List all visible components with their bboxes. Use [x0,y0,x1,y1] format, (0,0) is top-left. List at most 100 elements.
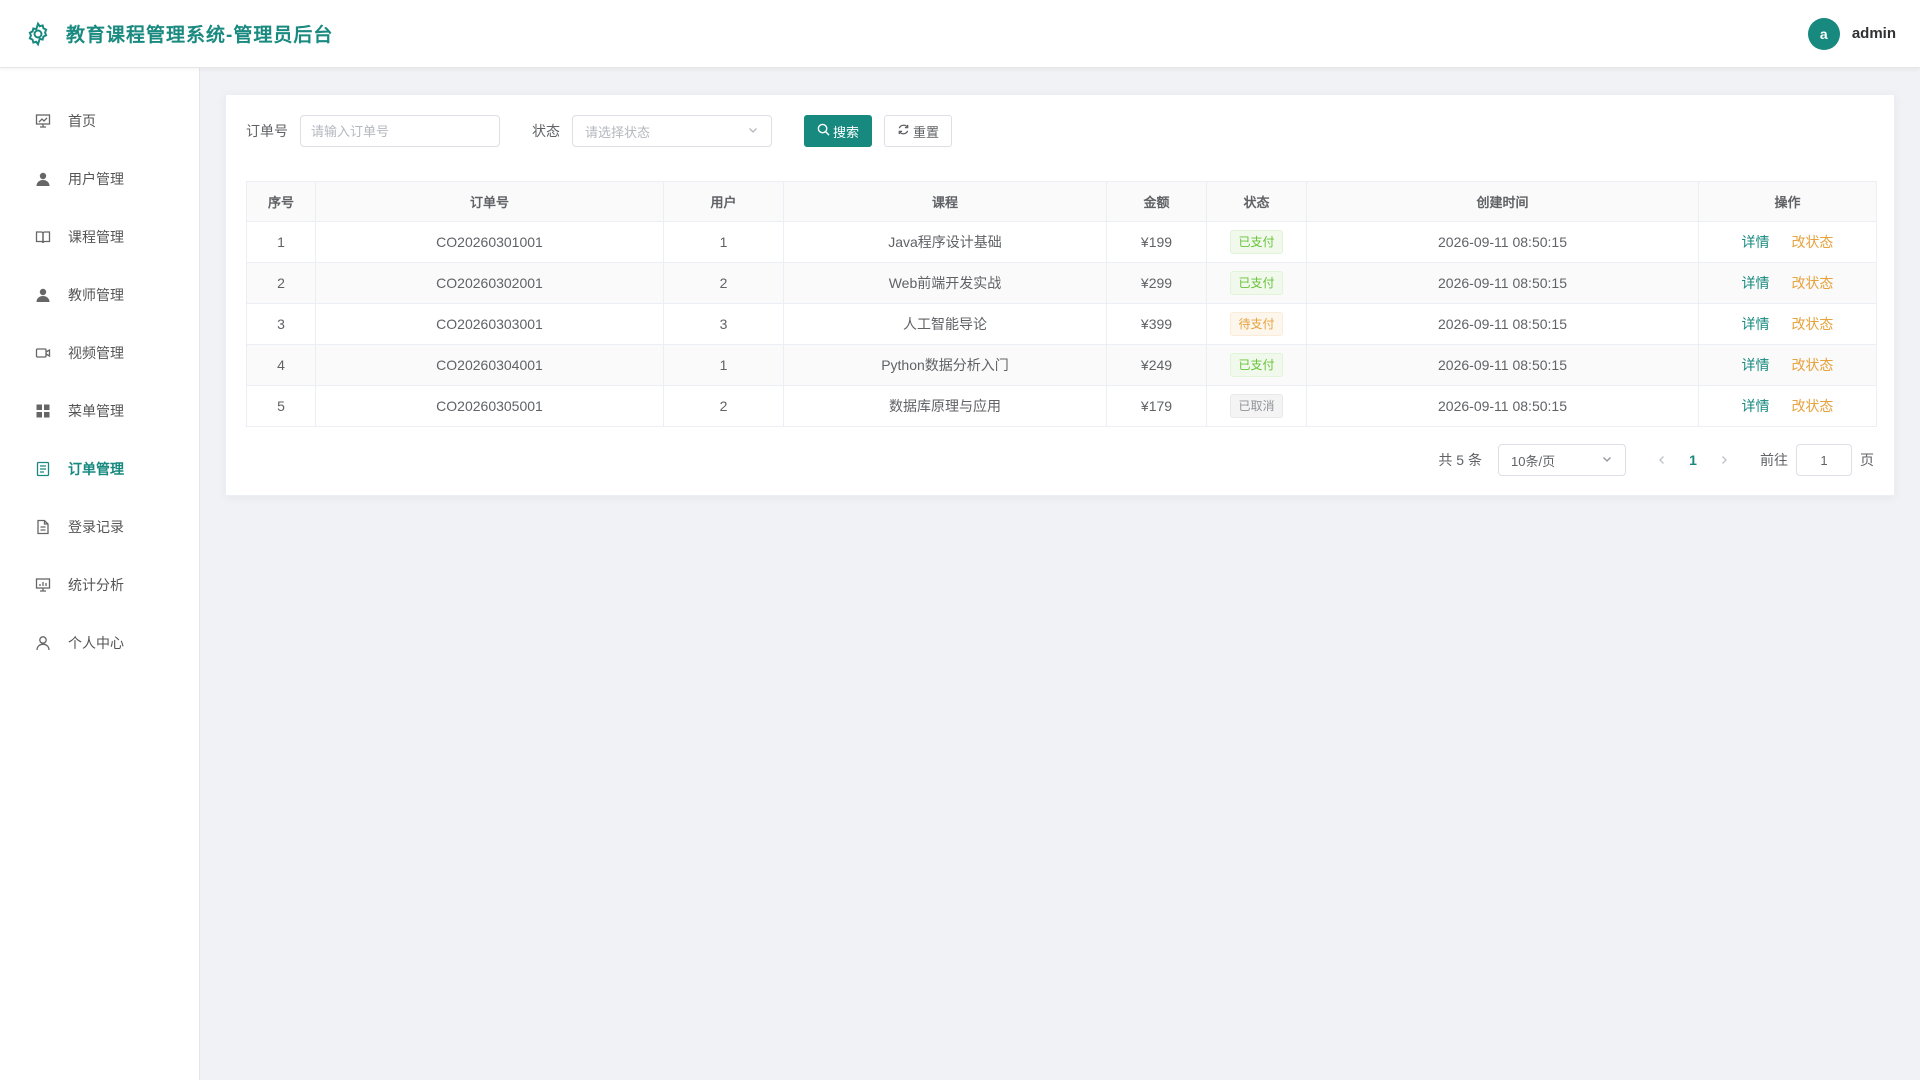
search-icon [817,123,830,139]
cell-order-no: CO20260305001 [315,385,664,427]
search-button[interactable]: 搜索 [804,115,873,147]
change-status-link[interactable]: 改状态 [1791,275,1833,291]
chevron-down-icon [747,124,759,139]
avatar[interactable]: a [1807,17,1840,50]
cell-actions: 详情 改状态 [1698,344,1877,386]
cell-amount: ¥179 [1106,385,1207,427]
status-badge: 已支付 [1230,271,1283,295]
status-select[interactable]: 请选择状态 [572,115,772,147]
sidebar-item-users[interactable]: 用户管理 [0,150,199,208]
search-button-label: 搜索 [833,124,860,140]
next-page-button[interactable] [1708,444,1740,476]
cell-created: 2026-09-11 08:50:15 [1306,385,1699,427]
grid-icon [34,402,52,420]
cell-index: 2 [246,262,316,304]
status-badge: 已支付 [1230,353,1283,377]
sidebar-item-label: 视频管理 [68,345,124,361]
chevron-right-icon [1722,456,1727,464]
column-header: 操作 [1698,181,1877,222]
change-status-link[interactable]: 改状态 [1791,357,1833,373]
brand: 教育课程管理系统-管理员后台 [24,20,333,48]
column-header: 用户 [663,181,784,222]
sidebar-item-label: 首页 [68,113,96,129]
cell-user: 2 [663,385,784,427]
sidebar-item-menus[interactable]: 菜单管理 [0,382,199,440]
sidebar-item-orders[interactable]: 订单管理 [0,440,199,498]
cell-user: 1 [663,221,784,263]
cell-course: 数据库原理与应用 [783,385,1107,427]
column-header: 创建时间 [1306,181,1699,222]
cell-amount: ¥399 [1106,303,1207,345]
book-icon [34,228,52,246]
file-icon [34,518,52,536]
sidebar-item-teachers[interactable]: 教师管理 [0,266,199,324]
chart-board-icon [34,576,52,594]
sidebar-item-videos[interactable]: 视频管理 [0,324,199,382]
reset-button[interactable]: 重置 [884,115,953,147]
chevron-left-icon [1659,456,1664,464]
page-size-value: 10条/页 [1511,453,1556,469]
detail-link[interactable]: 详情 [1742,316,1770,332]
video-icon [34,344,52,362]
prev-page-button[interactable] [1646,444,1678,476]
sidebar-item-label: 登录记录 [68,519,124,535]
detail-link[interactable]: 详情 [1742,234,1770,250]
document-icon [34,460,52,478]
goto-page-input[interactable] [1796,444,1852,476]
order-no-input[interactable] [300,115,500,147]
detail-link[interactable]: 详情 [1742,398,1770,414]
cell-user: 3 [663,303,784,345]
cell-index: 5 [246,385,316,427]
cell-course: Web前端开发实战 [783,262,1107,304]
chevron-down-icon [1601,453,1613,468]
status-badge: 已支付 [1230,230,1283,254]
pagination: 共 5 条 10条/页 1 前往 页 [1438,444,1874,476]
sidebar-item-home[interactable]: 首页 [0,92,199,150]
orders-card: 订单号 状态 请选择状态 搜索 重置 [225,94,1895,496]
sidebar-item-label: 订单管理 [68,461,124,477]
user-icon [34,170,52,188]
teacher-icon [34,286,52,304]
cell-index: 1 [246,221,316,263]
cell-user: 2 [663,262,784,304]
cell-amount: ¥249 [1106,344,1207,386]
detail-link[interactable]: 详情 [1742,357,1770,373]
sidebar-item-courses[interactable]: 课程管理 [0,208,199,266]
reset-button-label: 重置 [913,124,940,140]
user-menu[interactable]: a admin [1807,17,1896,50]
sidebar-item-login-records[interactable]: 登录记录 [0,498,199,556]
orders-table: 序号 订单号 用户 课程 金额 状态 创建时间 操作 1 CO202603010… [246,181,1877,427]
cell-order-no: CO20260303001 [315,303,664,345]
cell-actions: 详情 改状态 [1698,303,1877,345]
page-jumper: 前往 页 [1760,444,1874,476]
column-header: 状态 [1206,181,1307,222]
column-header: 序号 [246,181,316,222]
cell-actions: 详情 改状态 [1698,262,1877,304]
goto-label: 前往 [1760,452,1788,468]
dashboard-icon [34,112,52,130]
cell-course: 人工智能导论 [783,303,1107,345]
app-title: 教育课程管理系统-管理员后台 [66,25,334,46]
cell-created: 2026-09-11 08:50:15 [1306,303,1699,345]
cell-course: Python数据分析入门 [783,344,1107,386]
gear-icon [24,20,52,48]
table-row: 4 CO20260304001 1 Python数据分析入门 ¥249 已支付 … [246,344,1877,386]
username[interactable]: admin [1852,25,1896,42]
cell-course: Java程序设计基础 [783,221,1107,263]
sidebar-item-profile[interactable]: 个人中心 [0,614,199,672]
column-header: 订单号 [315,181,664,222]
page-number-current[interactable]: 1 [1678,444,1708,476]
cell-order-no: CO20260304001 [315,344,664,386]
cell-index: 3 [246,303,316,345]
cell-status: 已支付 [1206,221,1307,263]
refresh-icon [897,123,910,139]
cell-index: 4 [246,344,316,386]
detail-link[interactable]: 详情 [1742,275,1770,291]
change-status-link[interactable]: 改状态 [1791,398,1833,414]
column-header: 课程 [783,181,1107,222]
page-size-select[interactable]: 10条/页 [1498,444,1626,476]
change-status-link[interactable]: 改状态 [1791,316,1833,332]
table-row: 3 CO20260303001 3 人工智能导论 ¥399 待支付 2026-0… [246,303,1877,345]
change-status-link[interactable]: 改状态 [1791,234,1833,250]
sidebar-item-statistics[interactable]: 统计分析 [0,556,199,614]
